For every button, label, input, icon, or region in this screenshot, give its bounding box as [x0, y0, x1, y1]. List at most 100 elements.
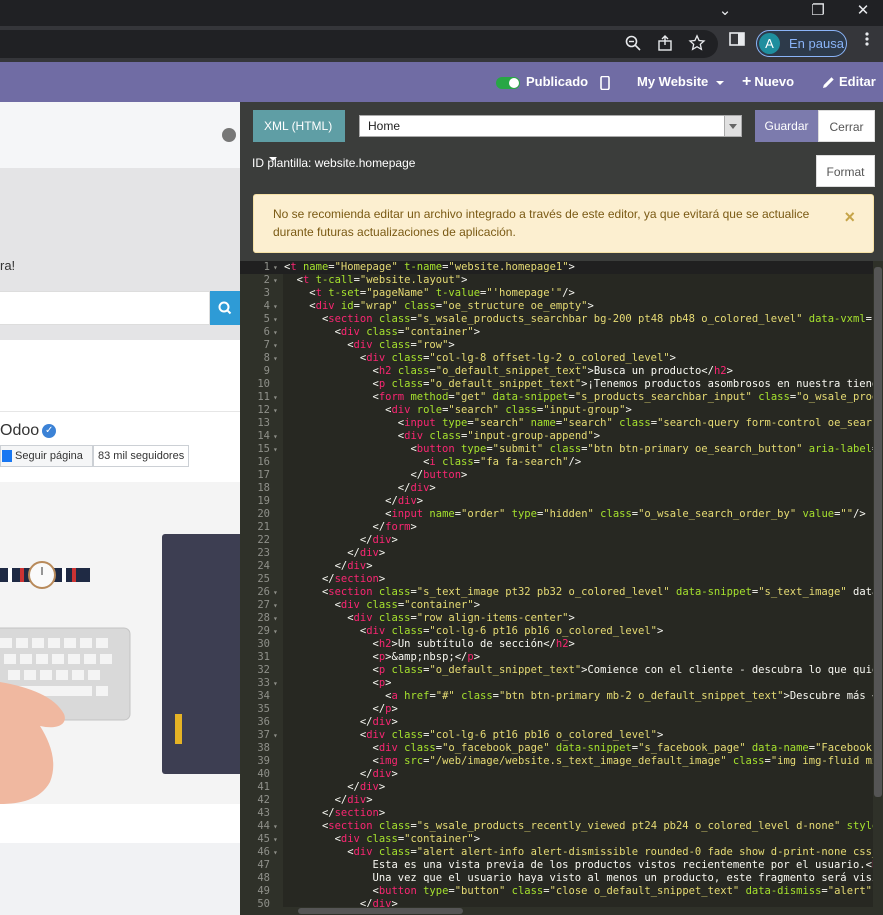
- omnibox[interactable]: [0, 30, 718, 58]
- fold-toggle-icon[interactable]: ▾: [273, 274, 278, 287]
- code-line[interactable]: 32 <p class="o_default_snippet_text">Com…: [240, 664, 883, 677]
- code-line[interactable]: 27 ▾ <div class="container">: [240, 599, 883, 612]
- fold-toggle-icon[interactable]: ▾: [273, 599, 278, 612]
- code-line[interactable]: 35 </p>: [240, 703, 883, 716]
- code-line[interactable]: 9 <h2 class="o_default_snippet_text">Bus…: [240, 365, 883, 378]
- code-line[interactable]: 45 ▾ <div class="container">: [240, 833, 883, 846]
- search-button[interactable]: [210, 291, 240, 325]
- zoom-icon[interactable]: [624, 34, 644, 54]
- code-line[interactable]: 1 ▾ <t name="Homepage" t-name="website.hom…: [240, 261, 883, 274]
- code-line[interactable]: 12 ▾ <div role="search" class="input-grou…: [240, 404, 883, 417]
- code-line[interactable]: 24 </div>: [240, 560, 883, 573]
- fold-toggle-icon[interactable]: ▾: [273, 261, 278, 274]
- chevron-down-icon[interactable]: ⌄: [705, 0, 745, 26]
- code-line[interactable]: 5 ▾ <section class="s_wsale_products_sear…: [240, 313, 883, 326]
- new-button[interactable]: + Nuevo: [742, 62, 794, 102]
- code-line[interactable]: 40 </div>: [240, 768, 883, 781]
- code-line[interactable]: 22 </div>: [240, 534, 883, 547]
- code-line[interactable]: 41 </div>: [240, 781, 883, 794]
- code-line[interactable]: 4 ▾ <div id="wrap" class="oe_structure oe…: [240, 300, 883, 313]
- view-select[interactable]: Home: [359, 115, 742, 137]
- code-line[interactable]: 15 ▾ <button type="submit" class="btn btn…: [240, 443, 883, 456]
- code-area[interactable]: 1 ▾ <t name="Homepage" t-name="website.hom…: [240, 261, 883, 915]
- editor-type-dropdown[interactable]: XML (HTML): [253, 110, 345, 161]
- code-line[interactable]: 33 ▾ <p>: [240, 677, 883, 690]
- code-line[interactable]: 17 </button>: [240, 469, 883, 482]
- code-line[interactable]: 8 ▾ <div class="col-lg-8 offset-lg-2 o_co…: [240, 352, 883, 365]
- user-icon[interactable]: [222, 128, 236, 142]
- code-line[interactable]: 11 ▾ <form method="get" data-snippet="s_p…: [240, 391, 883, 404]
- fold-toggle-icon[interactable]: ▾: [273, 729, 278, 742]
- vertical-scrollbar[interactable]: [873, 261, 883, 915]
- code-line[interactable]: 36 </div>: [240, 716, 883, 729]
- fold-toggle-icon[interactable]: ▾: [273, 430, 278, 443]
- profile-button[interactable]: A En pausa: [756, 30, 847, 57]
- code-line[interactable]: 23 </div>: [240, 547, 883, 560]
- fold-toggle-icon[interactable]: ▾: [273, 846, 278, 859]
- code-line[interactable]: 43 </section>: [240, 807, 883, 820]
- fold-toggle-icon[interactable]: ▾: [273, 326, 278, 339]
- code-line[interactable]: 46 ▾ <div class="alert alert-info alert-d…: [240, 846, 883, 859]
- mobile-preview-button[interactable]: [600, 62, 610, 102]
- code-line[interactable]: 19 </div>: [240, 495, 883, 508]
- follow-page-button[interactable]: Seguir página: [0, 445, 93, 467]
- code-line[interactable]: 31 <p>&amp;nbsp;</p>: [240, 651, 883, 664]
- code-line[interactable]: 29 ▾ <div class="col-lg-6 pt16 pb16 o_col…: [240, 625, 883, 638]
- fold-toggle-icon[interactable]: ▾: [273, 443, 278, 456]
- horizontal-scrollbar[interactable]: [283, 907, 873, 915]
- fold-toggle-icon[interactable]: ▾: [273, 586, 278, 599]
- fold-toggle-icon[interactable]: ▾: [273, 313, 278, 326]
- sidebar-toggle-icon[interactable]: [728, 30, 748, 54]
- select-arrow-icon[interactable]: [724, 116, 741, 136]
- fold-toggle-icon[interactable]: ▾: [273, 677, 278, 690]
- code-line[interactable]: 6 ▾ <div class="container">: [240, 326, 883, 339]
- code-line[interactable]: 3 <t t-set="pageName" t-value="'homepage…: [240, 287, 883, 300]
- code-line[interactable]: 38 <div class="o_facebook_page" data-sni…: [240, 742, 883, 755]
- fold-toggle-icon[interactable]: ▾: [273, 391, 278, 404]
- fold-toggle-icon[interactable]: ▾: [273, 300, 278, 313]
- code-line[interactable]: 37 ▾ <div class="col-lg-6 pt16 pb16 o_col…: [240, 729, 883, 742]
- more-menu-icon[interactable]: [858, 30, 878, 54]
- code-line[interactable]: 16 <i class="fa fa-search"/>: [240, 456, 883, 469]
- save-button[interactable]: Guardar: [755, 110, 818, 142]
- restore-window-icon[interactable]: ❐: [798, 0, 838, 26]
- code-line[interactable]: 7 ▾ <div class="row">: [240, 339, 883, 352]
- code-line[interactable]: 28 ▾ <div class="row align-items-center">: [240, 612, 883, 625]
- scroll-thumb[interactable]: [298, 908, 463, 914]
- code-line[interactable]: 34 <a href="#" class="btn btn-primary mb…: [240, 690, 883, 703]
- code-line[interactable]: 21 </form>: [240, 521, 883, 534]
- edit-button[interactable]: Editar: [822, 62, 876, 102]
- code-line[interactable]: 26 ▾ <section class="s_text_image pt32 pb…: [240, 586, 883, 599]
- fold-toggle-icon[interactable]: ▾: [273, 404, 278, 417]
- code-line[interactable]: 14 ▾ <div class="input-group-append">: [240, 430, 883, 443]
- code-line[interactable]: 44 ▾ <section class="s_wsale_products_rec…: [240, 820, 883, 833]
- code-lines[interactable]: 1 ▾ <t name="Homepage" t-name="website.hom…: [240, 261, 883, 911]
- share-icon[interactable]: [656, 34, 676, 54]
- code-line[interactable]: 47 Esta es una vista previa de los produ…: [240, 859, 883, 872]
- bookmark-star-icon[interactable]: [688, 34, 708, 54]
- code-line[interactable]: 18 </div>: [240, 482, 883, 495]
- code-line[interactable]: 2 ▾ <t t-call="website.layout">: [240, 274, 883, 287]
- code-line[interactable]: 39 <img src="/web/image/website.s_text_i…: [240, 755, 883, 768]
- fold-toggle-icon[interactable]: ▾: [273, 833, 278, 846]
- code-line[interactable]: 48 Una vez que el usuario haya visto al …: [240, 872, 883, 885]
- code-line[interactable]: 10 <p class="o_default_snippet_text">¡Te…: [240, 378, 883, 391]
- code-line[interactable]: 49 <button type="button" class="close o_…: [240, 885, 883, 898]
- fold-toggle-icon[interactable]: ▾: [273, 625, 278, 638]
- code-line[interactable]: 13 <input type="search" name="search" cl…: [240, 417, 883, 430]
- close-icon[interactable]: ×: [844, 208, 855, 226]
- fold-toggle-icon[interactable]: ▾: [273, 339, 278, 352]
- close-button[interactable]: Cerrar: [818, 110, 875, 142]
- code-line[interactable]: 30 <h2>Un subtítulo de sección</h2>: [240, 638, 883, 651]
- format-button[interactable]: Format: [816, 155, 875, 187]
- code-line[interactable]: 42 </div>: [240, 794, 883, 807]
- code-line[interactable]: 25 </section>: [240, 573, 883, 586]
- code-line[interactable]: 20 <input name="order" type="hidden" cla…: [240, 508, 883, 521]
- fold-toggle-icon[interactable]: ▾: [273, 352, 278, 365]
- fold-toggle-icon[interactable]: ▾: [273, 612, 278, 625]
- scroll-thumb[interactable]: [874, 267, 882, 797]
- facebook-page-name[interactable]: Odoo ✓: [0, 422, 57, 440]
- my-website-dropdown[interactable]: My Website: [637, 62, 724, 102]
- publish-toggle[interactable]: Publicado: [496, 62, 588, 102]
- product-search-input[interactable]: [0, 291, 210, 325]
